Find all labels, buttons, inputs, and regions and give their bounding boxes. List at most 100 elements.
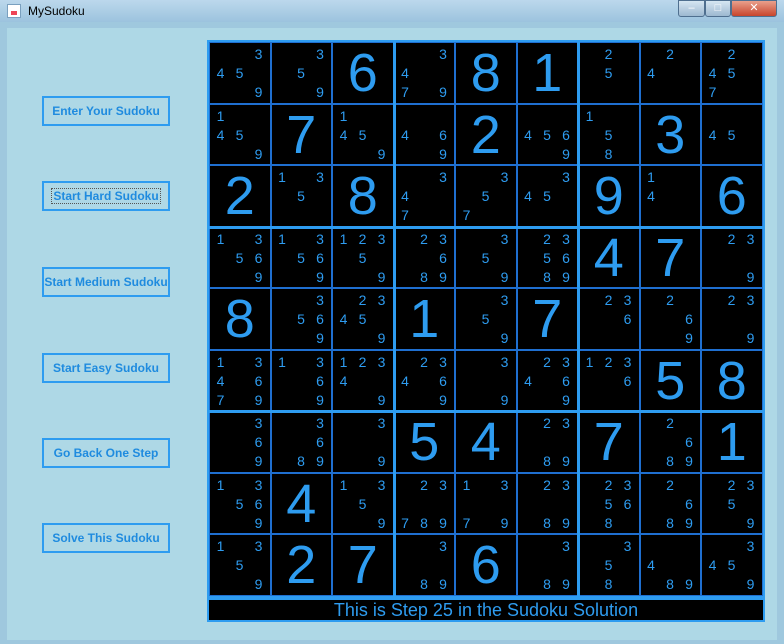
close-button[interactable]: ✕ xyxy=(731,0,777,17)
sudoku-cell[interactable]: 12359 xyxy=(332,226,394,288)
sudoku-cell[interactable]: 1 3 4 6 7 9 xyxy=(209,349,271,411)
sudoku-cell[interactable]: 123 6 xyxy=(578,349,640,411)
sudoku-cell[interactable]: 8 xyxy=(455,42,517,104)
sudoku-cell[interactable]: 3 4 7 xyxy=(393,165,455,227)
sudoku-cell[interactable]: 7 xyxy=(270,103,332,165)
sudoku-cell[interactable]: 8 xyxy=(701,349,763,411)
sudoku-cell[interactable]: 4 xyxy=(578,226,640,288)
start-hard-sudoku-button[interactable]: Start Hard Sudoku xyxy=(42,181,170,211)
sudoku-cell[interactable]: 7 xyxy=(516,288,578,350)
sudoku-cell[interactable]: 1 356 9 xyxy=(270,226,332,288)
sudoku-cell[interactable]: 3 459 xyxy=(701,534,763,596)
sudoku-cell[interactable]: 7 xyxy=(332,534,394,596)
sudoku-cell[interactable]: 23 89 xyxy=(516,472,578,534)
sudoku-cell[interactable]: 8 xyxy=(332,165,394,227)
sudoku-cell[interactable]: 6 xyxy=(332,42,394,104)
sudoku-cell[interactable]: 1 35 xyxy=(270,165,332,227)
sudoku-cell[interactable]: 8 xyxy=(209,288,271,350)
sudoku-cell[interactable]: 3 89 xyxy=(393,534,455,596)
sudoku-cell[interactable]: 1 459 xyxy=(332,103,394,165)
sudoku-cell[interactable]: 4 6 9 xyxy=(393,103,455,165)
sudoku-cell[interactable]: 1 xyxy=(393,288,455,350)
start-medium-sudoku-button[interactable]: Start Medium Sudoku xyxy=(42,267,170,297)
solve-this-sudoku-button[interactable]: Solve This Sudoku xyxy=(42,523,170,553)
sudoku-cell[interactable]: 359 xyxy=(270,42,332,104)
sudoku-cell[interactable]: 7 xyxy=(578,411,640,473)
sudoku-cell[interactable]: 359 xyxy=(455,226,517,288)
enter-your-sudoku-button[interactable]: Enter Your Sudoku xyxy=(42,96,170,126)
candidate-digit: 3 xyxy=(316,46,324,62)
sudoku-cell[interactable]: 45 xyxy=(701,103,763,165)
sudoku-cell[interactable]: 2 xyxy=(209,165,271,227)
sudoku-cell[interactable]: 23 89 xyxy=(516,411,578,473)
sudoku-cell[interactable]: 15 8 xyxy=(578,103,640,165)
sudoku-cell[interactable]: 1 xyxy=(516,42,578,104)
candidate-digit: 9 xyxy=(500,330,509,346)
sudoku-cell[interactable]: 4 xyxy=(455,411,517,473)
sudoku-cell[interactable]: 39 xyxy=(455,349,517,411)
sudoku-cell[interactable]: 2 xyxy=(455,103,517,165)
start-easy-sudoku-button[interactable]: Start Easy Sudoku xyxy=(42,353,170,383)
sudoku-cell[interactable]: 14 xyxy=(639,165,701,227)
sudoku-cell[interactable]: 3 89 xyxy=(516,534,578,596)
sudoku-cell[interactable]: 25 xyxy=(578,42,640,104)
sudoku-cell[interactable]: 23 6 xyxy=(578,288,640,350)
sudoku-cell[interactable]: 1 3 7 9 xyxy=(455,472,517,534)
solved-digit: 3 xyxy=(655,104,686,165)
sudoku-cell[interactable]: 4 xyxy=(270,472,332,534)
sudoku-cell[interactable]: 39 xyxy=(332,411,394,473)
sudoku-cell[interactable]: 1 3 6 9 xyxy=(270,349,332,411)
sudoku-cell[interactable]: 6 xyxy=(701,165,763,227)
candidate-digit: 7 xyxy=(462,207,471,223)
sudoku-cell[interactable]: 235689 xyxy=(516,226,578,288)
go-back-one-step-button[interactable]: Go Back One Step xyxy=(42,438,170,468)
sudoku-cell[interactable]: 2457 xyxy=(701,42,763,104)
sudoku-cell[interactable]: 1 459 xyxy=(209,103,271,165)
sudoku-cell[interactable]: 1 356 9 xyxy=(209,226,271,288)
candidate-digit: 3 xyxy=(562,538,570,554)
sudoku-cell[interactable]: 6 xyxy=(455,534,517,596)
candidate-digit: 2 xyxy=(543,353,551,370)
sudoku-cell[interactable]: 9 xyxy=(578,165,640,227)
sudoku-cell[interactable]: 26 9 xyxy=(639,288,701,350)
sudoku-cell[interactable]: 23 689 xyxy=(393,226,455,288)
sudoku-cell[interactable]: 2689 xyxy=(639,472,701,534)
sudoku-cell[interactable]: 123 4 9 xyxy=(332,349,394,411)
sudoku-cell[interactable]: 3 6 9 xyxy=(209,411,271,473)
sudoku-cell[interactable]: 5 xyxy=(639,349,701,411)
sudoku-cell[interactable]: 1 xyxy=(701,411,763,473)
sudoku-cell[interactable]: 2689 xyxy=(639,411,701,473)
sudoku-cell[interactable]: 2359 xyxy=(701,472,763,534)
sudoku-cell[interactable]: 23 9 xyxy=(701,226,763,288)
sudoku-cell[interactable]: 5 xyxy=(393,411,455,473)
sudoku-cell[interactable]: 3 689 xyxy=(270,411,332,473)
sudoku-cell[interactable]: 23 9 xyxy=(701,288,763,350)
sudoku-cell[interactable]: 3 459 xyxy=(209,42,271,104)
sudoku-cell[interactable]: 4 7 3 9 xyxy=(393,42,455,104)
sudoku-cell[interactable]: 23568 xyxy=(578,472,640,534)
sudoku-cell[interactable]: 23 4 6 9 xyxy=(393,349,455,411)
sudoku-cell[interactable]: 356 9 xyxy=(270,288,332,350)
sudoku-cell[interactable]: 357 xyxy=(455,165,517,227)
sudoku-cell[interactable]: 35 8 xyxy=(578,534,640,596)
candidate-digit: 8 xyxy=(666,514,674,531)
sudoku-cell[interactable]: 1 359 xyxy=(209,534,271,596)
minimize-button[interactable]: – xyxy=(678,0,705,17)
sudoku-cell[interactable]: 23 459 xyxy=(332,288,394,350)
candidate-digit: 1 xyxy=(216,538,225,554)
sudoku-cell[interactable]: 23 789 xyxy=(393,472,455,534)
candidate-digit: 9 xyxy=(685,330,693,346)
sudoku-cell[interactable]: 489 xyxy=(639,534,701,596)
sudoku-cell[interactable]: 1 356 9 xyxy=(209,472,271,534)
sudoku-cell[interactable]: 359 xyxy=(455,288,517,350)
candidate-digit: 1 xyxy=(278,353,286,370)
maximize-button[interactable]: □ xyxy=(705,0,731,17)
sudoku-cell[interactable]: 24 xyxy=(639,42,701,104)
sudoku-cell[interactable]: 1 359 xyxy=(332,472,394,534)
sudoku-cell[interactable]: 3 xyxy=(639,103,701,165)
sudoku-cell[interactable]: 2 xyxy=(270,534,332,596)
sudoku-cell[interactable]: 7 xyxy=(639,226,701,288)
sudoku-cell[interactable]: 3 45 xyxy=(516,165,578,227)
sudoku-cell[interactable]: 456 9 xyxy=(516,103,578,165)
sudoku-cell[interactable]: 23 4 6 9 xyxy=(516,349,578,411)
